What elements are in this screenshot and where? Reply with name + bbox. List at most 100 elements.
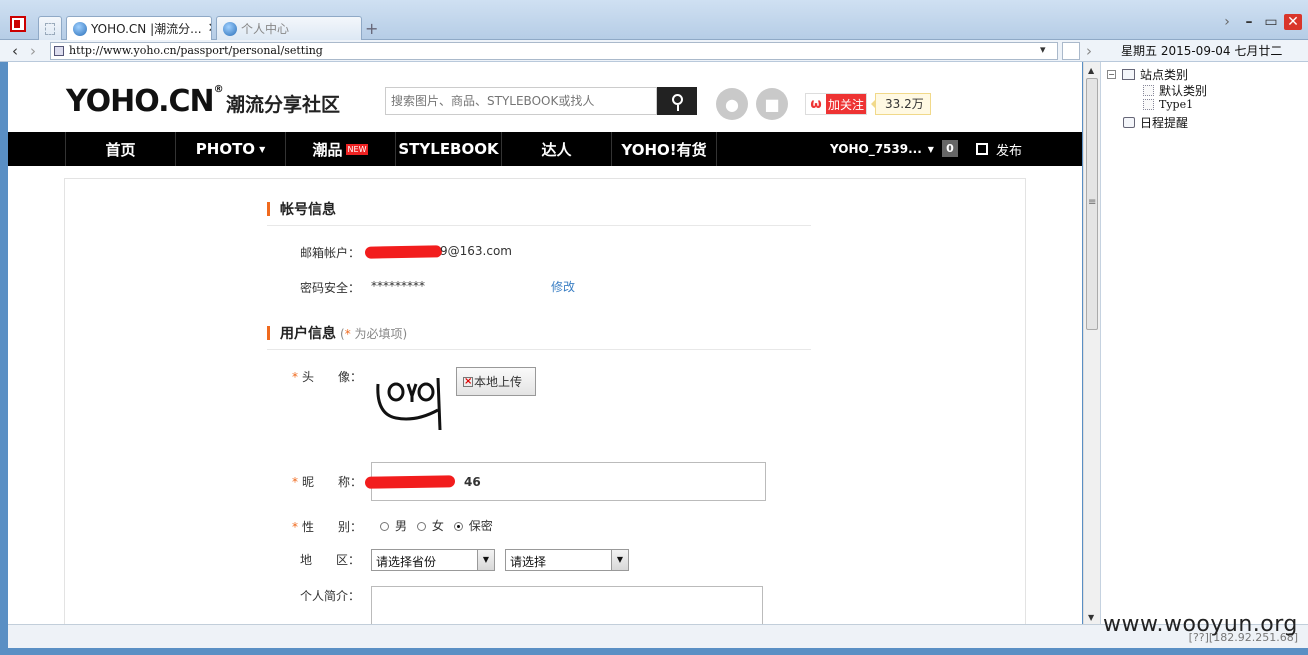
address-bar: ‹ › http://www.yoho.cn/passport/personal… xyxy=(0,40,1308,62)
email-value: 9@163.com xyxy=(440,244,512,258)
page-scrollbar[interactable]: ▲ ▼ xyxy=(1083,62,1100,624)
main-nav: 首页 PHOTO ▼ 潮品 NEW STYLEBOOK 达人 YOHO!有货 YOH… xyxy=(8,132,1082,166)
nav-yoho-shop[interactable]: YOHO!有货 xyxy=(611,132,717,166)
user-info-section-header: 用户信息 (* 为必填项) xyxy=(267,318,811,350)
scroll-up-icon[interactable]: ▲ xyxy=(1088,66,1094,75)
gender-radio-secret[interactable] xyxy=(453,522,463,531)
tree-item-site-categories[interactable]: − 站点类别 xyxy=(1107,66,1188,83)
province-select[interactable]: 请选择省份 ▼ xyxy=(371,549,495,571)
dropdown-arrow-icon: ▼ xyxy=(611,550,628,570)
android-app-icon[interactable]: ■ xyxy=(756,88,788,120)
avatar-label: * 头 像： xyxy=(292,370,363,384)
nav-experts[interactable]: 达人 xyxy=(501,132,611,166)
forward-arrow-icon[interactable]: › xyxy=(30,42,36,60)
watermark: www.wooyun.org xyxy=(1103,612,1298,637)
section-accent-bar xyxy=(267,202,270,216)
redaction-mark xyxy=(364,475,456,489)
nickname-label: * 昵 称： xyxy=(292,475,363,489)
scroll-down-icon[interactable]: ▼ xyxy=(1088,613,1094,622)
redaction-mark xyxy=(364,245,443,259)
caret-down-icon: ▼ xyxy=(927,144,934,154)
edit-icon xyxy=(976,143,988,155)
url-input[interactable]: http://www.yoho.cn/passport/personal/set… xyxy=(50,42,1058,60)
gender-label: * 性 别： xyxy=(292,520,363,534)
section-title: 用户信息 (* 为必填项) xyxy=(280,326,408,342)
globe-icon xyxy=(223,21,237,36)
globe-icon xyxy=(73,21,87,36)
edit-password-link[interactable]: 修改 xyxy=(551,278,575,295)
tree-item-label: Type1 xyxy=(1159,98,1194,111)
side-panel: − 站点类别 默认类别 Type1 日程提醒 xyxy=(1100,62,1308,624)
nav-photo[interactable]: PHOTO ▼ xyxy=(175,132,285,166)
page-icon xyxy=(1143,99,1154,110)
page-viewport: YOHO.CN® 潮流分享社区 ● ■ ω 加关注 33.2万 首页 PHOTO… xyxy=(8,62,1082,624)
gender-option-label: 女 xyxy=(431,519,444,533)
tab-yoho[interactable]: YOHO.CN |潮流分... ✕ xyxy=(66,16,212,40)
yoho-logo[interactable]: YOHO.CN® xyxy=(66,84,224,119)
notification-count[interactable]: 0 xyxy=(942,140,958,157)
site-slogan: 潮流分享社区 xyxy=(226,94,341,116)
new-badge: NEW xyxy=(345,143,369,155)
section-accent-bar xyxy=(267,326,270,340)
calendar-icon xyxy=(1123,117,1135,128)
gender-radio-female[interactable] xyxy=(416,522,426,531)
chevron-right-icon[interactable]: › xyxy=(1218,14,1236,30)
collapse-icon[interactable]: − xyxy=(1107,70,1116,79)
new-tab-button[interactable]: + xyxy=(365,19,378,38)
upload-avatar-button[interactable]: × 本地上传 xyxy=(456,367,536,396)
nav-user-menu[interactable]: YOHO_7539... ▼ xyxy=(830,132,934,166)
url-go-button[interactable] xyxy=(1062,42,1080,60)
search-input[interactable] xyxy=(385,87,657,115)
maximize-button[interactable]: ▭ xyxy=(1262,14,1280,30)
scrollbar-thumb[interactable] xyxy=(1086,78,1098,330)
chevron-down-icon[interactable]: ▾ xyxy=(1040,43,1046,56)
tree-item-type1[interactable]: Type1 xyxy=(1143,98,1193,111)
account-section-header: 帐号信息 xyxy=(267,194,811,226)
tree-item-schedule[interactable]: 日程提醒 xyxy=(1123,114,1188,131)
avatar xyxy=(372,370,452,436)
nav-home[interactable]: 首页 xyxy=(65,132,175,166)
password-value: ********* xyxy=(371,279,425,293)
email-label: 邮箱帐户： xyxy=(300,246,361,260)
nav-stylebook[interactable]: STYLEBOOK xyxy=(395,132,501,166)
city-select[interactable]: 请选择 ▼ xyxy=(505,549,629,571)
tree-item-label: 站点类别 xyxy=(1140,68,1189,82)
caret-down-icon: ▼ xyxy=(259,144,266,154)
browser-app-icon[interactable] xyxy=(10,16,26,32)
close-tab-icon[interactable]: ✕ xyxy=(202,21,211,36)
search-icon xyxy=(671,93,683,111)
apple-app-icon[interactable]: ● xyxy=(716,88,748,120)
back-arrow-icon[interactable]: ‹ xyxy=(12,42,18,60)
bio-label: 个人简介： xyxy=(300,589,361,603)
gender-option-label: 男 xyxy=(395,519,408,533)
page-icon xyxy=(1143,85,1154,96)
browser-titlebar: YOHO.CN |潮流分... ✕ 个人中心 + › – ▭ ✕ xyxy=(0,0,1308,40)
tree-item-label: 默认类别 xyxy=(1159,84,1208,98)
folder-icon xyxy=(1122,69,1135,80)
tab-blank[interactable] xyxy=(38,16,62,40)
weibo-icon: ω xyxy=(806,94,826,114)
url-text: http://www.yoho.cn/passport/personal/set… xyxy=(69,44,323,57)
search-button[interactable] xyxy=(657,87,697,115)
weibo-follower-count: 33.2万 xyxy=(871,93,931,115)
tab-personal-center[interactable]: 个人中心 xyxy=(216,16,362,40)
window-controls: › – ▭ ✕ xyxy=(1218,14,1302,30)
broken-image-icon: × xyxy=(463,375,473,387)
chevron-right-icon[interactable]: › xyxy=(1086,42,1092,60)
publish-button[interactable]: 发布 xyxy=(976,132,1022,166)
date-display: 星期五 2015-09-04 七月廿二 xyxy=(1121,44,1283,58)
required-hint: (* 为必填项) xyxy=(340,327,408,341)
region-label: 地 区： xyxy=(300,553,361,567)
weibo-follow-button[interactable]: ω 加关注 xyxy=(805,93,867,115)
nav-products[interactable]: 潮品 NEW xyxy=(285,132,395,166)
tree-item-default-category[interactable]: 默认类别 xyxy=(1143,82,1207,99)
minimize-button[interactable]: – xyxy=(1240,14,1258,30)
tree-item-label: 日程提醒 xyxy=(1140,116,1189,130)
tab-label: 个人中心 xyxy=(241,22,290,36)
gender-radio-male[interactable] xyxy=(380,522,389,531)
blank-page-icon xyxy=(45,22,55,35)
gender-options: 男 女 保密 xyxy=(374,517,493,534)
bio-textarea[interactable] xyxy=(371,586,763,624)
password-label: 密码安全： xyxy=(300,281,361,295)
close-window-button[interactable]: ✕ xyxy=(1284,14,1302,30)
